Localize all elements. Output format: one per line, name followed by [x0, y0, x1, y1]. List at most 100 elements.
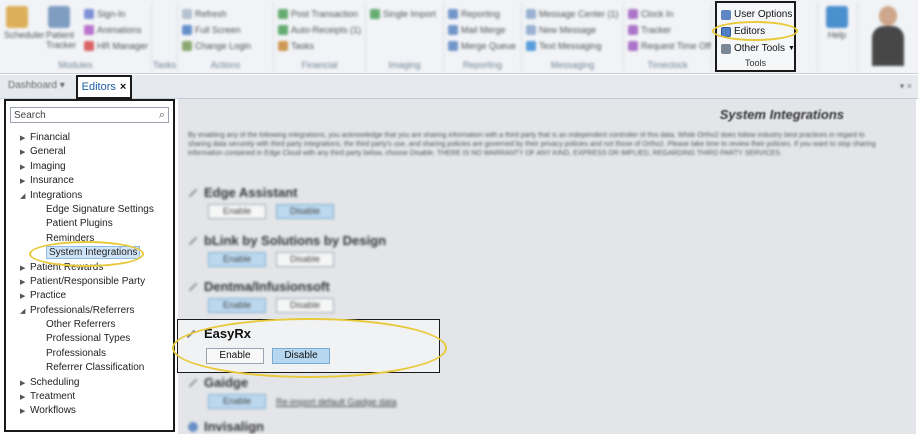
tab-dashboard[interactable]: Dashboard ▾: [8, 80, 65, 91]
tree-node[interactable]: Referrer Classification: [6, 361, 173, 375]
panel-pin-icon[interactable]: ▾ ×: [900, 81, 912, 92]
mail-merge-label: Mail Merge: [461, 25, 506, 35]
tree-node[interactable]: ▶ General: [6, 145, 173, 159]
close-icon[interactable]: ×: [120, 81, 126, 93]
hr-manager-label: HR Manager: [97, 41, 149, 51]
tree-node[interactable]: ▶ Patient/Responsible Party: [6, 275, 173, 289]
enable-button[interactable]: Enable: [208, 252, 266, 267]
tree-node[interactable]: ▶ Financial: [6, 131, 173, 145]
tree-node[interactable]: Professional Types: [6, 332, 173, 346]
single-import-button[interactable]: Single Import: [366, 6, 443, 22]
merge-queue-button[interactable]: Merge Queue: [444, 38, 521, 54]
new-message-icon: [526, 25, 536, 35]
scheduler-button[interactable]: Scheduler: [4, 6, 45, 40]
collapsed-arrow-icon[interactable]: ▶: [20, 146, 30, 160]
integration-gaidge: Gaidge Enable Re-import default Gaidge d…: [188, 375, 397, 409]
ribbon-group-help: Help: [818, 2, 858, 72]
reimport-gaidge-link[interactable]: Re-import default Gaidge data: [276, 397, 397, 407]
collapsed-arrow-icon[interactable]: ▶: [20, 262, 30, 276]
clipboard-icon: [48, 6, 70, 28]
collapsed-arrow-icon[interactable]: ▶: [20, 290, 30, 304]
tasks-button[interactable]: Tasks: [274, 38, 365, 54]
integration-name: Edge Assistant: [204, 185, 298, 200]
text-messaging-button[interactable]: Text Messaging: [522, 38, 623, 54]
tree-node[interactable]: ◢ Integrations: [6, 189, 173, 203]
tree-node[interactable]: Reminders: [6, 232, 173, 246]
tree-node-label: Patient Rewards: [30, 261, 104, 273]
tree-node[interactable]: ▶ Practice: [6, 289, 173, 303]
receipt-icon: [278, 25, 288, 35]
search-icon: ⌕: [158, 108, 165, 121]
help-button[interactable]: Help: [824, 6, 850, 40]
user-options-icon: [721, 9, 731, 20]
collapsed-arrow-icon[interactable]: ▶: [20, 377, 30, 391]
new-message-button[interactable]: New Message: [522, 22, 623, 38]
editors-button[interactable]: Editors: [717, 23, 794, 40]
ribbon-toolbar: Scheduler Patient Tracker Sign-In Animat…: [0, 0, 918, 74]
expanded-arrow-icon[interactable]: ◢: [20, 190, 30, 204]
enable-button[interactable]: Enable: [208, 394, 266, 409]
collapsed-arrow-icon[interactable]: ▶: [20, 132, 30, 146]
full-screen-label: Full Screen: [195, 25, 241, 35]
hr-manager-button[interactable]: HR Manager: [80, 38, 148, 54]
collapsed-arrow-icon[interactable]: ▶: [20, 391, 30, 405]
post-transaction-button[interactable]: Post Transaction: [274, 6, 365, 22]
tracker-button[interactable]: Tracker: [624, 22, 711, 38]
request-time-off-button[interactable]: Request Time Off: [624, 38, 711, 54]
disable-button[interactable]: Disable: [272, 348, 330, 364]
tree-node[interactable]: ▶ Treatment: [6, 390, 173, 404]
tree-node-label: Professional Types: [46, 333, 131, 345]
refresh-button[interactable]: Refresh: [178, 6, 273, 22]
reporting-label: Reporting: [461, 9, 501, 19]
page-title: System Integrations: [719, 107, 844, 122]
tree-node-label: Workflows: [30, 405, 76, 417]
tree-node[interactable]: Patient Plugins: [6, 217, 173, 231]
reporting-button[interactable]: Reporting: [444, 6, 521, 22]
collapsed-arrow-icon[interactable]: ▶: [20, 175, 30, 189]
collapsed-arrow-icon[interactable]: ▶: [20, 276, 30, 290]
tree-node[interactable]: ▶ Scheduling: [6, 376, 173, 390]
patient-tracker-button[interactable]: Patient Tracker: [46, 6, 76, 50]
search-input[interactable]: Search ⌕: [10, 107, 169, 123]
enable-button[interactable]: Enable: [208, 298, 266, 313]
ribbon-group-messaging: Message Center (1) New Message Text Mess…: [522, 2, 624, 72]
full-screen-button[interactable]: Full Screen: [178, 22, 273, 38]
tab-editors[interactable]: Editors ×: [76, 75, 132, 99]
ribbon-group-timeclock: Clock In Tracker Request Time Off Timecl…: [624, 2, 712, 72]
message-center-button[interactable]: Message Center (1): [522, 6, 623, 22]
disable-button[interactable]: Disable: [276, 298, 334, 313]
clock-in-button[interactable]: Clock In: [624, 6, 711, 22]
tracker-label: Tracker: [641, 25, 672, 35]
tree-node[interactable]: System Integrations: [6, 246, 173, 260]
tree-node[interactable]: ▶ Patient Rewards: [6, 261, 173, 275]
sign-in-button[interactable]: Sign-In: [80, 6, 148, 22]
mail-merge-button[interactable]: Mail Merge: [444, 22, 521, 38]
expanded-arrow-icon[interactable]: ◢: [20, 305, 30, 319]
pencil-icon: [188, 282, 198, 291]
tree-node[interactable]: Professionals: [6, 347, 173, 361]
disable-button[interactable]: Disable: [276, 252, 334, 267]
animations-button[interactable]: Animations: [80, 22, 148, 38]
search-placeholder: Search: [14, 109, 46, 121]
tree-node[interactable]: ◢ Professionals/Referrers: [6, 304, 173, 318]
change-login-button[interactable]: Change Login: [178, 38, 273, 54]
enable-button[interactable]: Enable: [206, 348, 264, 364]
tree-node[interactable]: Other Referrers: [6, 318, 173, 332]
tab-editors-label: Editors: [81, 81, 116, 93]
integration-name: Gaidge: [204, 375, 249, 390]
integration-dentma: Dentma/Infusionsoft Enable Disable: [188, 279, 334, 313]
auto-receipts-button[interactable]: Auto-Receipts (1): [274, 22, 365, 38]
money-icon: [278, 9, 288, 19]
tree-node[interactable]: ▶ Insurance: [6, 174, 173, 188]
time-off-icon: [628, 41, 638, 51]
collapsed-arrow-icon[interactable]: ▶: [20, 405, 30, 419]
user-options-button[interactable]: User Options: [717, 6, 794, 23]
other-tools-button[interactable]: Other Tools ▼: [717, 40, 795, 57]
enable-button[interactable]: Enable: [208, 204, 266, 219]
collapsed-arrow-icon[interactable]: ▶: [20, 161, 30, 175]
tree-node[interactable]: ▶ Imaging: [6, 160, 173, 174]
tree-node[interactable]: ▶ Workflows: [6, 404, 173, 418]
disable-button[interactable]: Disable: [276, 204, 334, 219]
ribbon-group-imaging: Single Import Imaging: [366, 2, 444, 72]
tree-node[interactable]: Edge Signature Settings: [6, 203, 173, 217]
